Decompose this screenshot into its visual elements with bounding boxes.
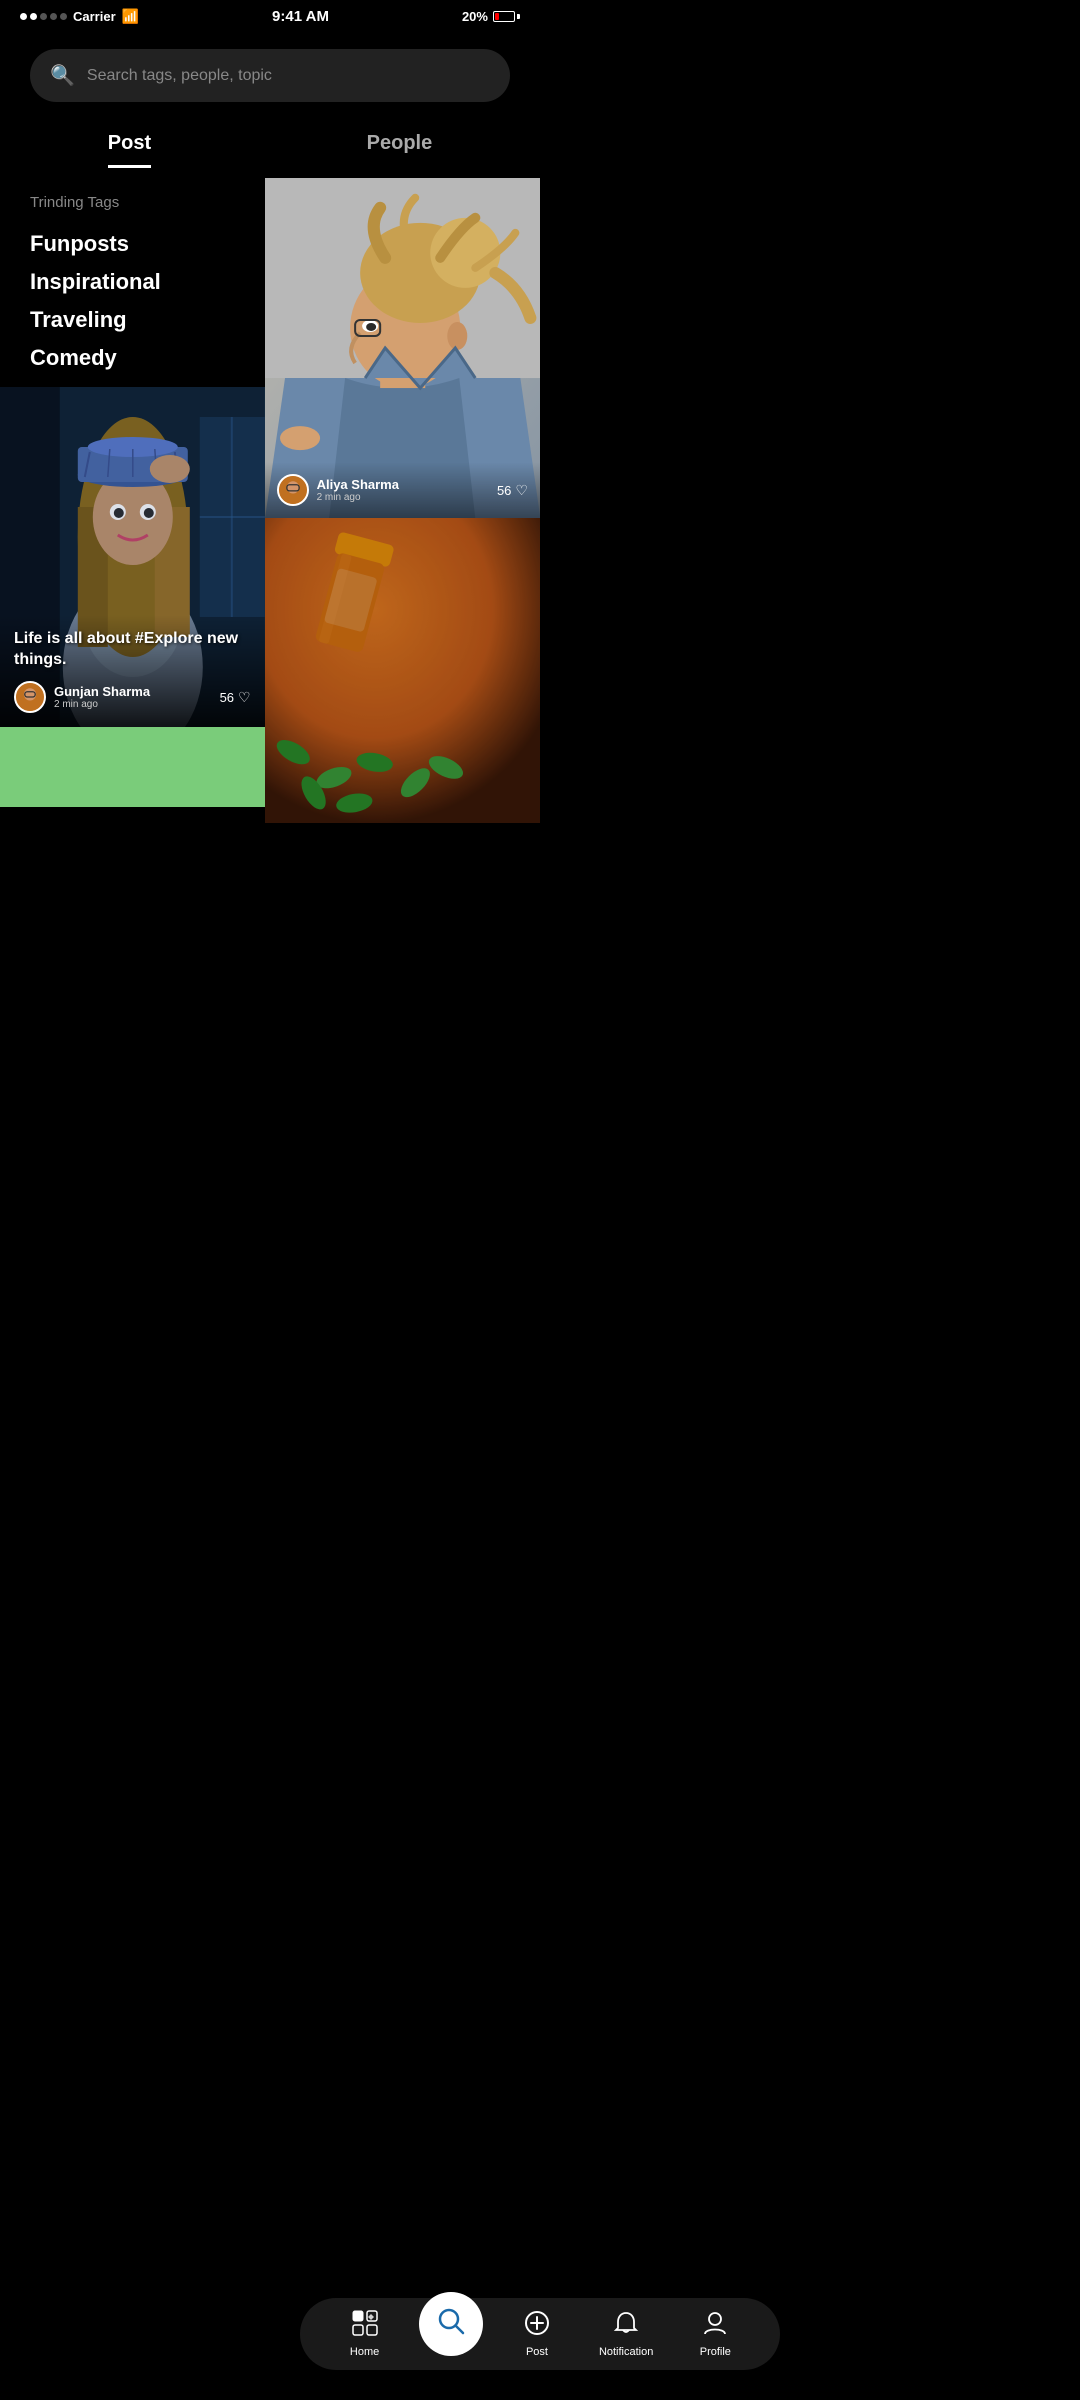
tag-traveling[interactable]: Traveling — [30, 301, 235, 339]
nav-profile[interactable]: Profile — [680, 2310, 750, 2358]
bottom-nav: Home Post Notification — [300, 2298, 780, 2370]
dot-1 — [20, 13, 27, 20]
post-overlay-right-top: Aliya Sharma 2 min ago 56 ♡ — [265, 462, 540, 518]
trending-label: Trinding Tags — [30, 194, 235, 211]
like-count-left: 56 ♡ — [220, 689, 251, 706]
content-grid: Trinding Tags Funposts Inspirational Tra… — [0, 178, 540, 823]
like-number-right: 56 — [497, 483, 511, 498]
profile-icon — [702, 2310, 728, 2342]
post-author-right: Aliya Sharma 2 min ago — [277, 474, 399, 506]
author-avatar-left — [14, 681, 46, 713]
post-caption: Life is all about #Explore new things. — [14, 629, 251, 671]
post-author-left: Gunjan Sharma 2 min ago — [14, 681, 150, 713]
dot-3 — [40, 13, 47, 20]
author-avatar-right — [277, 474, 309, 506]
heart-icon-right[interactable]: ♡ — [515, 482, 528, 499]
right-bottom-post-image-svg — [265, 518, 540, 823]
heart-icon-left[interactable]: ♡ — [238, 689, 251, 706]
trending-tags-section: Trinding Tags Funposts Inspirational Tra… — [0, 178, 265, 387]
post-time-left: 2 min ago — [54, 699, 150, 710]
nav-search-center[interactable] — [419, 2292, 483, 2356]
post-icon — [524, 2310, 550, 2342]
post-card-right-bottom[interactable] — [265, 518, 540, 823]
author-info-aliya: Aliya Sharma 2 min ago — [317, 477, 399, 503]
nav-home[interactable]: Home — [330, 2310, 400, 2358]
search-center-icon — [436, 2306, 466, 2343]
like-count-right: 56 ♡ — [497, 482, 528, 499]
nav-notification[interactable]: Notification — [591, 2310, 661, 2358]
status-bar: Carrier 📶 9:41 AM 20% — [0, 0, 540, 29]
author-name-right: Aliya Sharma — [317, 477, 399, 492]
post-card-right-top[interactable]: Aliya Sharma 2 min ago 56 ♡ — [265, 178, 540, 518]
signal-dots — [20, 13, 67, 20]
time-display: 9:41 AM — [272, 8, 329, 25]
author-name-left: Gunjan Sharma — [54, 684, 150, 699]
post-time-right: 2 min ago — [317, 492, 399, 503]
post-card-left[interactable]: Life is all about #Explore new things. — [0, 387, 265, 727]
nav-post-label: Post — [526, 2346, 548, 2358]
search-bar[interactable]: 🔍 Search tags, people, topic — [30, 49, 510, 102]
tabs-container: Post People — [0, 112, 540, 168]
green-area — [0, 727, 265, 807]
carrier-label: Carrier — [73, 9, 116, 24]
left-column: Trinding Tags Funposts Inspirational Tra… — [0, 178, 265, 823]
tag-comedy[interactable]: Comedy — [30, 339, 235, 377]
status-left: Carrier 📶 — [20, 8, 139, 25]
right-column: Aliya Sharma 2 min ago 56 ♡ — [265, 178, 540, 823]
search-section: 🔍 Search tags, people, topic — [0, 29, 540, 112]
home-icon — [352, 2310, 378, 2342]
search-icon: 🔍 — [50, 63, 75, 88]
battery-percent: 20% — [462, 9, 488, 24]
tab-post[interactable]: Post — [108, 132, 151, 168]
nav-notification-label: Notification — [599, 2346, 653, 2358]
avatar-svg-gunjan — [16, 681, 44, 713]
like-number-left: 56 — [220, 690, 234, 705]
author-info-gunjan: Gunjan Sharma 2 min ago — [54, 684, 150, 710]
nav-post[interactable]: Post — [502, 2310, 572, 2358]
search-placeholder[interactable]: Search tags, people, topic — [87, 67, 272, 85]
tag-funposts[interactable]: Funposts — [30, 225, 235, 263]
status-right: 20% — [462, 9, 520, 24]
tag-inspirational[interactable]: Inspirational — [30, 263, 235, 301]
battery-icon — [493, 11, 520, 22]
post-meta-left: Gunjan Sharma 2 min ago 56 ♡ — [14, 681, 251, 713]
notification-icon — [613, 2310, 639, 2342]
tab-people[interactable]: People — [367, 132, 433, 168]
avatar-svg-aliya — [279, 474, 307, 506]
wifi-icon: 📶 — [122, 8, 139, 25]
post-overlay-left: Life is all about #Explore new things. — [0, 615, 265, 727]
dot-5 — [60, 13, 67, 20]
dot-2 — [30, 13, 37, 20]
dot-4 — [50, 13, 57, 20]
nav-profile-label: Profile — [700, 2346, 731, 2358]
nav-home-label: Home — [350, 2346, 379, 2358]
